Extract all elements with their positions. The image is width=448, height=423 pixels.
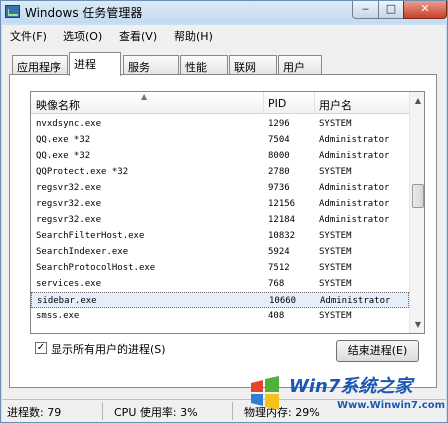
process-pid-cell: 9736 (268, 183, 290, 193)
scroll-thumb[interactable] (412, 184, 424, 208)
process-name-cell: QQProtect.exe *32 (36, 167, 129, 177)
column-header-image-name[interactable]: 映像名称 (36, 97, 80, 113)
process-user-cell: Administrator (319, 151, 390, 161)
table-row[interactable]: sidebar.exe 10660 Administrator (31, 292, 409, 308)
window-title: Windows 任务管理器 (25, 6, 143, 20)
process-name-cell: services.exe (36, 279, 102, 289)
process-name-cell: SearchFilterHost.exe (36, 231, 145, 241)
status-process-count: 进程数: 79 (7, 406, 62, 419)
process-user-cell: SYSTEM (319, 167, 352, 177)
watermark-url: Www.Winwin7.com (337, 400, 446, 411)
process-pid-cell: 12156 (268, 199, 296, 209)
table-row[interactable]: nvxdsync.exe 1296 SYSTEM (31, 116, 409, 132)
process-pid-cell: 1296 (268, 119, 290, 129)
table-row[interactable]: regsvr32.exe 9736 Administrator (31, 180, 409, 196)
tab-processes[interactable]: 进程 (69, 52, 121, 76)
process-pid-cell: 10660 (269, 296, 297, 306)
task-manager-window: Windows 任务管理器 ‒ □ ✕ 文件(F) 选项(O) 查看(V) 帮助… (0, 0, 448, 423)
process-pid-cell: 12184 (268, 215, 296, 225)
process-user-cell: Administrator (319, 215, 390, 225)
process-pid-cell: 768 (268, 279, 285, 289)
process-pid-cell: 8000 (268, 151, 290, 161)
process-user-cell: Administrator (319, 135, 390, 145)
process-user-cell: SYSTEM (319, 231, 352, 241)
vertical-scrollbar[interactable]: ▲ ▼ (409, 92, 424, 333)
show-all-users-checkbox[interactable]: ✓ (35, 342, 47, 354)
process-name-cell: nvxdsync.exe (36, 119, 102, 129)
processes-panel: ▲ 映像名称 PID 用户名 nvxdsync.exe 1296 SYSTEM QQ.… (9, 74, 437, 388)
tab-performance[interactable]: 性能 (180, 55, 228, 75)
tab-services[interactable]: 服务 (123, 55, 179, 75)
maximize-button[interactable]: □ (378, 1, 404, 19)
process-name-cell: regsvr32.exe (36, 215, 102, 225)
process-name-cell: regsvr32.exe (36, 199, 102, 209)
process-name-cell: SearchProtocolHost.exe (36, 263, 156, 273)
menu-options[interactable]: 选项(O) (63, 28, 102, 44)
column-header-pid[interactable]: PID (268, 97, 286, 110)
task-manager-app-icon (5, 5, 20, 18)
table-row[interactable]: SearchIndexer.exe 5924 SYSTEM (31, 244, 409, 260)
status-divider (102, 402, 103, 420)
process-user-cell: SYSTEM (319, 263, 352, 273)
menu-file[interactable]: 文件(F) (10, 28, 47, 44)
table-row[interactable]: QQ.exe *32 8000 Administrator (31, 148, 409, 164)
table-row[interactable]: QQ.exe *32 7504 Administrator (31, 132, 409, 148)
column-divider[interactable] (314, 92, 315, 114)
check-icon: ✓ (36, 342, 46, 353)
close-button[interactable]: ✕ (403, 1, 447, 19)
process-user-cell: SYSTEM (319, 119, 352, 129)
process-name-cell: smss.exe (36, 311, 80, 321)
status-cpu-usage: CPU 使用率: 3% (114, 406, 198, 419)
table-row[interactable]: smss.exe 408 SYSTEM (31, 308, 409, 324)
minimize-button[interactable]: ‒ (352, 1, 379, 19)
process-user-cell: SYSTEM (319, 247, 352, 257)
process-list[interactable]: ▲ 映像名称 PID 用户名 nvxdsync.exe 1296 SYSTEM QQ.… (30, 91, 425, 334)
process-name-cell: QQ.exe *32 (36, 151, 91, 161)
menu-bar: 文件(F) 选项(O) 查看(V) 帮助(H) (2, 25, 446, 45)
table-row[interactable]: SearchProtocolHost.exe 7512 SYSTEM (31, 260, 409, 276)
sort-caret-icon: ▲ (141, 92, 148, 101)
process-name-cell: SearchIndexer.exe (36, 247, 129, 257)
process-name-cell: regsvr32.exe (36, 183, 102, 193)
tab-users[interactable]: 用户 (278, 55, 322, 75)
table-row[interactable]: regsvr32.exe 12184 Administrator (31, 212, 409, 228)
column-divider[interactable] (263, 92, 264, 114)
process-name-cell: sidebar.exe (37, 296, 97, 306)
table-row[interactable]: QQProtect.exe *32 2780 SYSTEM (31, 164, 409, 180)
process-user-cell: SYSTEM (319, 311, 352, 321)
table-row[interactable]: services.exe 768 SYSTEM (31, 276, 409, 292)
process-name-cell: QQ.exe *32 (36, 135, 91, 145)
column-header-user[interactable]: 用户名 (319, 97, 352, 113)
process-user-cell: Administrator (320, 296, 391, 306)
scroll-down-icon[interactable]: ▼ (410, 316, 424, 333)
process-pid-cell: 2780 (268, 167, 290, 177)
title-bar[interactable]: Windows 任务管理器 ‒ □ ✕ (1, 1, 447, 23)
process-pid-cell: 10832 (268, 231, 296, 241)
process-user-cell: SYSTEM (319, 279, 352, 289)
tab-networking[interactable]: 联网 (229, 55, 277, 75)
process-user-cell: Administrator (319, 199, 390, 209)
menu-view[interactable]: 查看(V) (119, 28, 157, 44)
table-row[interactable]: regsvr32.exe 12156 Administrator (31, 196, 409, 212)
watermark-brand: Win7系统之家 (289, 376, 413, 397)
process-user-cell: Administrator (319, 183, 390, 193)
process-pid-cell: 5924 (268, 247, 290, 257)
process-pid-cell: 408 (268, 311, 285, 321)
show-all-users-label[interactable]: 显示所有用户的进程(S) (51, 341, 166, 357)
tab-applications[interactable]: 应用程序 (12, 55, 68, 75)
table-row[interactable]: SearchFilterHost.exe 10832 SYSTEM (31, 228, 409, 244)
process-pid-cell: 7512 (268, 263, 290, 273)
scroll-up-icon[interactable]: ▲ (410, 92, 424, 109)
windows-logo-icon (251, 376, 279, 410)
status-divider (232, 402, 233, 420)
watermark: Win7系统之家 Www.Winwin7.com (245, 369, 445, 421)
list-header: ▲ 映像名称 PID 用户名 (31, 92, 409, 114)
process-pid-cell: 7504 (268, 135, 290, 145)
main-content: 应用程序 进程 服务 性能 联网 用户 ▲ 映像名称 PID 用户名 nvxds… (2, 45, 446, 399)
menu-help[interactable]: 帮助(H) (174, 28, 213, 44)
end-process-button[interactable]: 结束进程(E) (336, 340, 419, 362)
